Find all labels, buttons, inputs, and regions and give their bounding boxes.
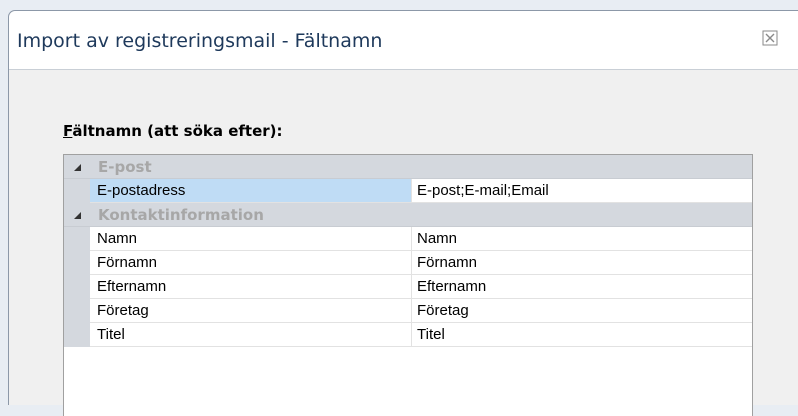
collapse-triangle-icon[interactable]	[73, 211, 82, 220]
category-label: Kontaktinformation	[98, 206, 264, 224]
property-value[interactable]: Namn	[413, 227, 752, 250]
row-gutter	[64, 299, 90, 323]
property-name[interactable]: Förnamn	[90, 251, 412, 274]
field-names-label: Fältnamn (att söka efter):	[63, 122, 283, 140]
property-row-titel[interactable]: Titel Titel	[64, 323, 752, 347]
category-label: E-post	[98, 158, 152, 176]
property-row-efternamn[interactable]: Efternamn Efternamn	[64, 275, 752, 299]
row-gutter	[64, 179, 90, 203]
property-row-fornamn[interactable]: Förnamn Förnamn	[64, 251, 752, 275]
property-name[interactable]: Namn	[90, 227, 412, 250]
property-row-e-postadress[interactable]: E-postadress E-post;E-mail;Email	[64, 179, 752, 203]
property-grid[interactable]: E-post E-postadress E-post;E-mail;Email …	[63, 154, 753, 416]
property-value[interactable]: E-post;E-mail;Email	[413, 179, 752, 202]
property-value[interactable]: Företag	[413, 299, 752, 322]
title-bar: Import av registreringsmail - Fältnamn	[9, 11, 798, 70]
property-value[interactable]: Titel	[413, 323, 752, 346]
row-gutter	[64, 323, 90, 347]
import-dialog: Import av registreringsmail - Fältnamn F…	[8, 10, 798, 416]
collapse-triangle-icon[interactable]	[73, 163, 82, 172]
property-value[interactable]: Förnamn	[413, 251, 752, 274]
property-name[interactable]: Företag	[90, 299, 412, 322]
field-names-label-text: ältnamn (att söka efter):	[72, 122, 283, 140]
field-names-label-accel: F	[63, 122, 73, 140]
close-icon	[762, 30, 778, 46]
property-name[interactable]: Efternamn	[90, 275, 412, 298]
category-row-e-post[interactable]: E-post	[64, 155, 752, 179]
property-row-namn[interactable]: Namn Namn	[64, 227, 752, 251]
property-value[interactable]: Efternamn	[413, 275, 752, 298]
row-gutter	[64, 251, 90, 275]
property-name[interactable]: Titel	[90, 323, 412, 346]
row-gutter	[64, 227, 90, 251]
window-title: Import av registreringsmail - Fältnamn	[17, 30, 383, 52]
close-button[interactable]	[762, 30, 778, 46]
property-name[interactable]: E-postadress	[90, 179, 412, 202]
row-gutter	[64, 275, 90, 299]
property-row-foretag[interactable]: Företag Företag	[64, 299, 752, 323]
category-row-kontaktinformation[interactable]: Kontaktinformation	[64, 203, 752, 227]
